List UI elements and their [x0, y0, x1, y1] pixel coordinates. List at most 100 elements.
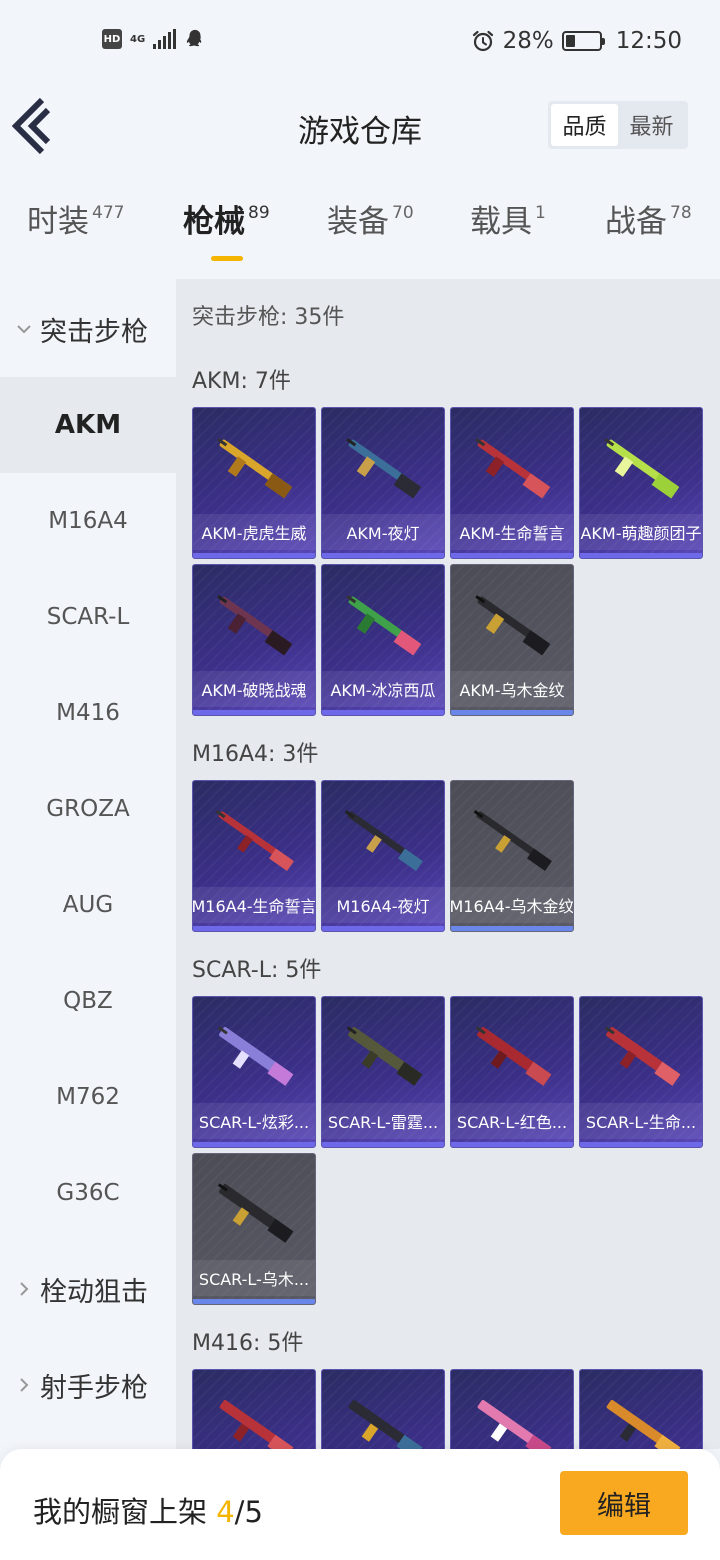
weapon-card[interactable]: M16A4-夜灯 — [321, 780, 445, 932]
weapon-card[interactable] — [321, 1369, 445, 1449]
weapon-name: AKM-冰凉西瓜 — [322, 671, 444, 707]
weapon-name: SCAR-L-生命... — [580, 1103, 702, 1139]
edit-showcase-button[interactable]: 编辑 — [560, 1471, 688, 1535]
sidebar-category-label: 射手步枪 — [40, 1372, 148, 1404]
weapon-card[interactable]: SCAR-L-雷霆... — [321, 996, 445, 1148]
tab-label: 枪械 — [183, 204, 245, 240]
rarity-bar — [193, 1142, 315, 1147]
sidebar-item-g36c[interactable]: G36C — [0, 1145, 176, 1241]
sidebar-item-m16a4[interactable]: M16A4 — [0, 473, 176, 569]
weapon-card[interactable]: SCAR-L-生命... — [579, 996, 703, 1148]
category-total: 突击步枪: 35件 — [192, 305, 345, 330]
sidebar-item-scar-l[interactable]: SCAR-L — [0, 569, 176, 665]
sidebar-category-bolt-action[interactable]: 栓动狙击 — [0, 1241, 176, 1337]
sidebar-category-marksman[interactable]: 射手步枪 — [0, 1337, 176, 1433]
sidebar-category-assault-rifles[interactable]: 突击步枪 — [0, 281, 176, 377]
chevron-right-icon — [20, 1282, 29, 1296]
rifle-icon — [219, 1399, 294, 1449]
tab-label: 战备 — [605, 204, 667, 240]
weapon-name: AKM-生命誓言 — [451, 514, 573, 550]
sidebar-item-m416[interactable]: M416 — [0, 665, 176, 761]
weapon-card[interactable]: AKM-破晓战魂 — [192, 564, 316, 716]
rarity-bar — [193, 710, 315, 715]
weapon-name: M16A4-生命誓言 — [193, 887, 315, 923]
weapon-name: M16A4-乌木金纹 — [451, 887, 573, 923]
rifle-icon — [604, 1026, 681, 1086]
weapon-card[interactable]: SCAR-L-乌木... — [192, 1153, 316, 1305]
weapon-name: SCAR-L-红色... — [451, 1103, 573, 1139]
rarity-bar — [193, 553, 315, 558]
showcase-bar: 我的橱窗上架 4/5 编辑 — [0, 1449, 720, 1560]
group-label-m16a4: M16A4: 3件 — [192, 742, 319, 767]
status-left: HD 4G — [102, 28, 206, 50]
sidebar-item-akm[interactable]: AKM — [0, 377, 176, 473]
weapon-list: 突击步枪: 35件 AKM: 7件 AKM-虎虎生威 AKM-夜灯 AKM-生命… — [176, 279, 720, 1449]
chevron-down-icon — [17, 325, 31, 334]
weapon-card[interactable]: SCAR-L-红色... — [450, 996, 574, 1148]
sidebar-category-label: 突击步枪 — [40, 316, 148, 348]
alarm-clock-icon — [472, 30, 493, 52]
sidebar-item-qbz[interactable]: QBZ — [0, 953, 176, 1049]
sidebar-item-m762[interactable]: M762 — [0, 1049, 176, 1145]
weapon-card[interactable]: AKM-虎虎生威 — [192, 407, 316, 559]
weapon-card[interactable]: SCAR-L-炫彩... — [192, 996, 316, 1148]
showcase-total-count: /5 — [234, 1495, 263, 1529]
sidebar-item-aug[interactable]: AUG — [0, 857, 176, 953]
rarity-bar — [580, 553, 702, 558]
rifle-icon — [344, 810, 423, 871]
rarity-bar — [322, 1142, 444, 1147]
sort-toggle[interactable]: 品质 最新 — [548, 101, 688, 149]
rifle-icon — [215, 810, 294, 871]
sort-quality-option[interactable]: 品质 — [551, 104, 618, 146]
weapon-name: AKM-乌木金纹 — [451, 671, 573, 707]
weapon-name: M16A4-夜灯 — [322, 887, 444, 923]
group-label-akm: AKM: 7件 — [192, 369, 291, 394]
tab-vehicles[interactable]: 载具 1 — [470, 196, 546, 241]
battery-percent: 28% — [502, 28, 554, 54]
showcase-status: 我的橱窗上架 4/5 — [33, 1489, 263, 1531]
rarity-bar — [322, 710, 444, 715]
battery-icon — [561, 31, 605, 51]
tab-equipment[interactable]: 装备 70 — [327, 196, 414, 241]
rarity-bar — [580, 1142, 702, 1147]
weapon-card[interactable]: AKM-生命誓言 — [450, 407, 574, 559]
weapon-card[interactable]: M16A4-生命誓言 — [192, 780, 316, 932]
weapon-name: SCAR-L-雷霆... — [322, 1103, 444, 1139]
network-type: 4G — [130, 33, 146, 45]
rarity-bar — [451, 926, 573, 931]
rifle-icon — [217, 1183, 294, 1243]
sidebar-item-groza[interactable]: GROZA — [0, 761, 176, 857]
rifle-icon — [217, 1026, 294, 1086]
rifle-icon — [217, 438, 293, 499]
qq-penguin-icon — [187, 29, 202, 47]
weapon-name: AKM-破晓战魂 — [193, 671, 315, 707]
tab-supplies[interactable]: 战备 78 — [605, 196, 692, 241]
group-label-scar-l: SCAR-L: 5件 — [192, 958, 322, 983]
weapon-card[interactable]: AKM-冰凉西瓜 — [321, 564, 445, 716]
weapon-card[interactable]: M16A4-乌木金纹 — [450, 780, 574, 932]
weapon-name: AKM-夜灯 — [322, 514, 444, 550]
weapon-card[interactable] — [450, 1369, 574, 1449]
sort-latest-option[interactable]: 最新 — [618, 104, 685, 146]
weapon-name: AKM-萌趣颜团子 — [580, 514, 702, 550]
signal-icon — [153, 29, 177, 49]
weapon-card[interactable]: AKM-萌趣颜团子 — [579, 407, 703, 559]
rarity-bar — [193, 926, 315, 931]
back-button[interactable] — [6, 90, 62, 162]
rifle-icon — [606, 1399, 681, 1449]
weapon-card[interactable]: AKM-夜灯 — [321, 407, 445, 559]
tab-outfits[interactable]: 时装 477 — [27, 196, 124, 241]
rifle-icon — [475, 1026, 552, 1086]
weapon-card[interactable] — [192, 1369, 316, 1449]
tab-label: 时装 — [27, 204, 89, 240]
weapon-card[interactable]: AKM-乌木金纹 — [450, 564, 574, 716]
rarity-bar — [451, 1142, 573, 1147]
tab-firearms[interactable]: 枪械 89 — [183, 196, 270, 241]
header: 游戏仓库 品质 最新 — [0, 84, 720, 174]
hd-icon: HD — [102, 29, 122, 49]
weapon-card[interactable] — [579, 1369, 703, 1449]
weapon-type-sidebar: 突击步枪 AKM M16A4 SCAR-L M416 GROZA AUG QBZ… — [0, 279, 176, 1449]
showcase-label: 我的橱窗上架 — [33, 1495, 217, 1529]
rifle-icon — [346, 595, 422, 656]
group-label-m416: M416: 5件 — [192, 1331, 304, 1356]
